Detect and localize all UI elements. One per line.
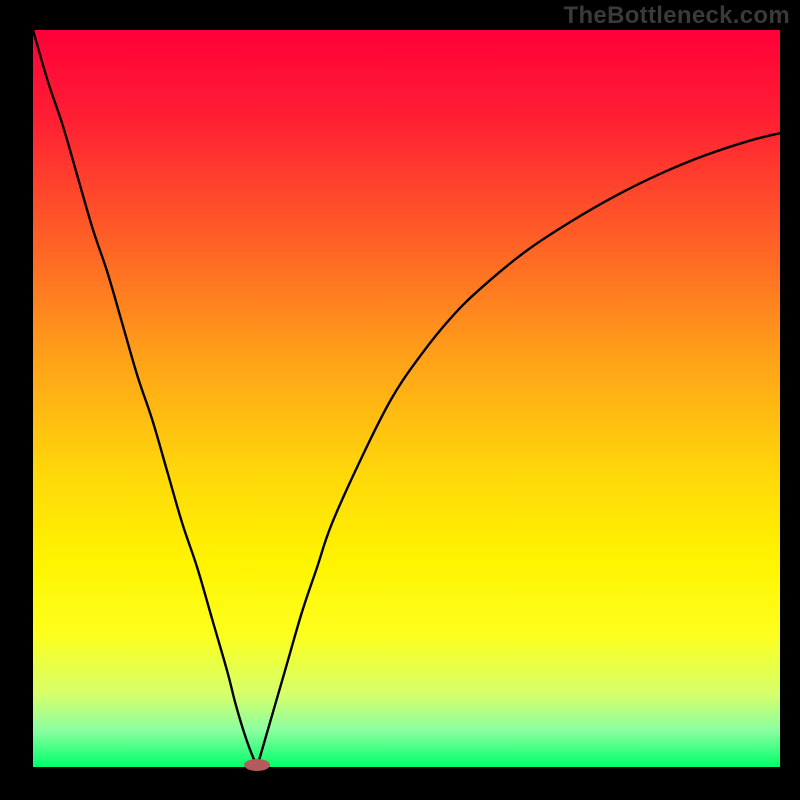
optimal-point-marker	[244, 759, 270, 771]
bottleneck-chart	[0, 0, 800, 800]
chart-frame: TheBottleneck.com	[0, 0, 800, 800]
watermark-text: TheBottleneck.com	[564, 2, 790, 30]
